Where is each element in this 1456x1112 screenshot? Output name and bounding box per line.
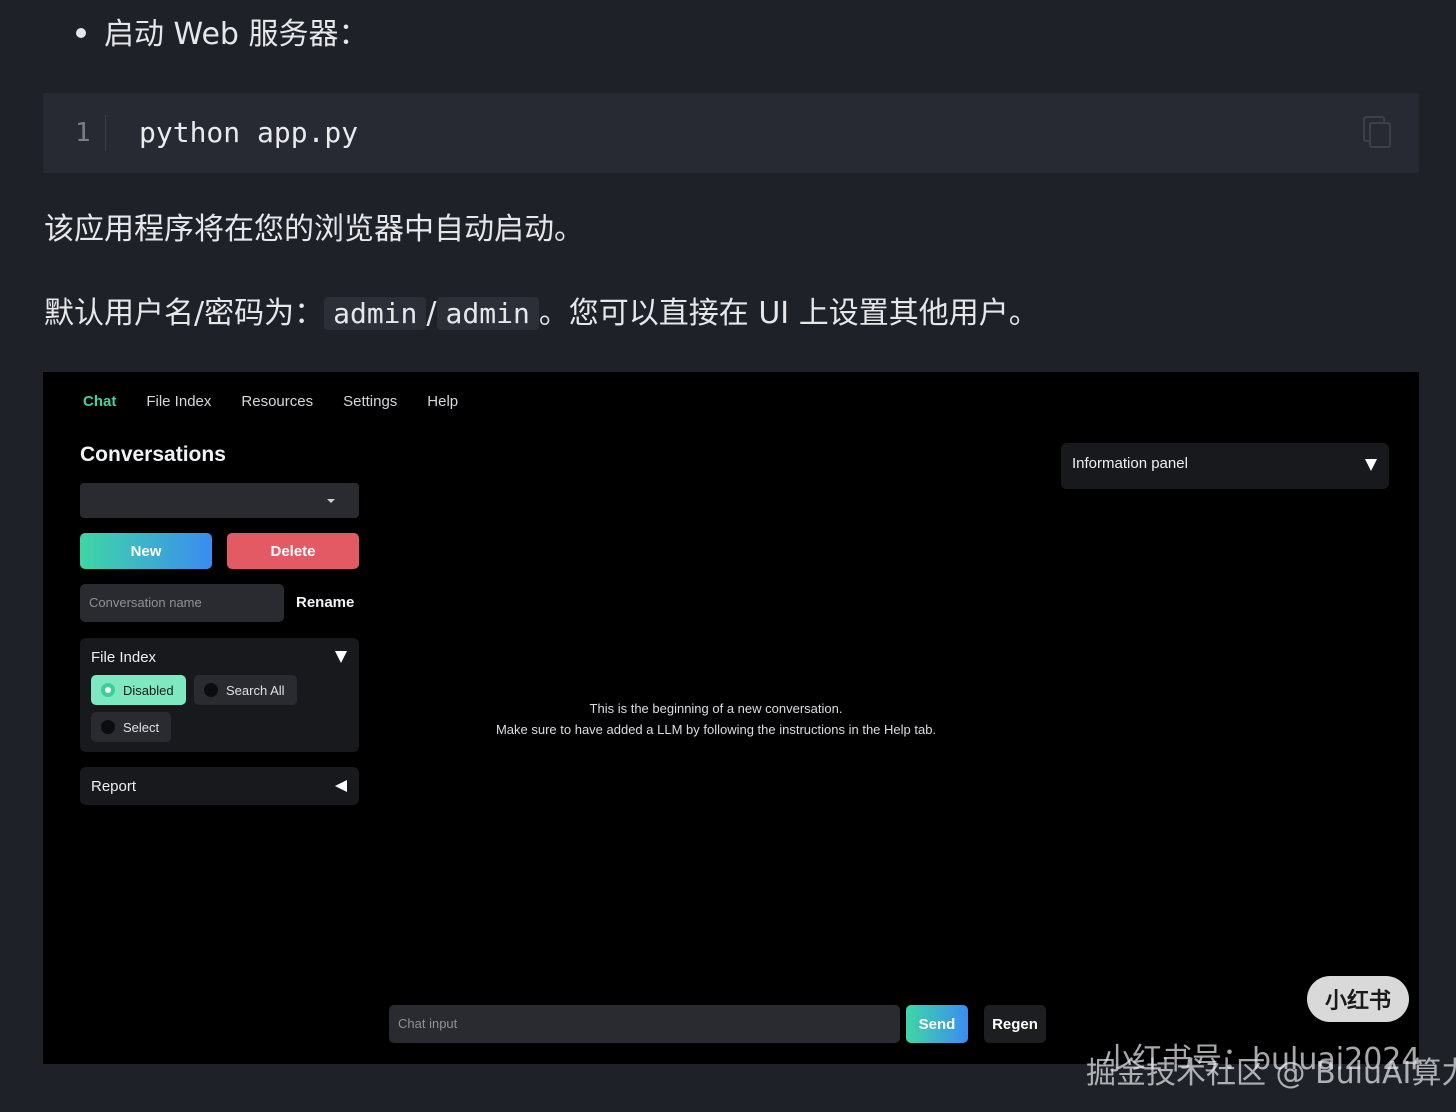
message-line-1: This is the beginning of a new conversat… <box>589 701 843 716</box>
collapse-triangle-icon[interactable] <box>1365 459 1377 471</box>
username-code: admin <box>324 297 427 330</box>
send-button[interactable]: Send <box>906 1005 968 1043</box>
code-block: 1 python app.py <box>43 93 1419 173</box>
bullet-text: 启动 Web 服务器： <box>104 17 369 52</box>
tab-help[interactable]: Help <box>427 393 458 410</box>
bullet-item: 启动 Web 服务器： <box>76 14 368 56</box>
password-code: admin <box>436 297 539 330</box>
paragraph-auto-start: 该应用程序将在您的浏览器中自动启动。 <box>44 212 584 247</box>
radio-label: Select <box>123 719 160 735</box>
copy-icon[interactable] <box>1361 115 1393 151</box>
bullet-dot-icon <box>76 27 86 38</box>
file-index-panel: File Index Disabled Search All Select <box>80 638 359 752</box>
chat-input[interactable]: Chat input <box>389 1005 900 1043</box>
radio-label: Search All <box>226 682 285 698</box>
radio-disabled[interactable]: Disabled <box>91 675 186 705</box>
credentials-prefix: 默认用户名/密码为： <box>44 296 325 331</box>
radio-search-all[interactable]: Search All <box>194 675 297 705</box>
xiaohongshu-logo: 小红书 <box>1307 976 1409 1022</box>
tab-settings[interactable]: Settings <box>343 393 397 410</box>
code-text: python app.py <box>139 116 359 149</box>
conversations-title: Conversations <box>80 443 226 466</box>
app-tab-bar: Chat File Index Resources Settings Help <box>83 393 458 410</box>
rename-button[interactable]: Rename <box>296 594 354 611</box>
radio-select[interactable]: Select <box>91 712 171 742</box>
collapse-triangle-icon[interactable] <box>335 651 347 663</box>
file-index-title[interactable]: File Index <box>91 649 156 666</box>
code-line-number: 1 <box>75 115 106 151</box>
watermark-bottom: 掘金技术社区 @ BuluAI算力云 <box>1086 1056 1456 1091</box>
tab-chat[interactable]: Chat <box>83 393 116 410</box>
radio-label: Disabled <box>123 682 174 698</box>
regen-button[interactable]: Regen <box>984 1005 1046 1043</box>
app-screenshot: Chat File Index Resources Settings Help … <box>43 372 1419 1064</box>
delete-button[interactable]: Delete <box>227 533 359 569</box>
tab-resources[interactable]: Resources <box>241 393 313 410</box>
empty-conversation-message: This is the beginning of a new conversat… <box>391 698 1041 740</box>
information-panel-title: Information panel <box>1072 455 1188 472</box>
report-title: Report <box>91 778 137 795</box>
radio-indicator-icon <box>101 683 115 697</box>
conversation-select[interactable] <box>80 483 359 518</box>
report-panel[interactable]: Report <box>80 767 359 805</box>
paragraph-credentials: 默认用户名/密码为： admin / admin 。您可以直接在 UI 上设置其他用户。 <box>44 292 1039 336</box>
radio-indicator-icon <box>101 720 115 734</box>
tab-file-index[interactable]: File Index <box>146 393 211 410</box>
radio-indicator-icon <box>204 683 218 697</box>
chevron-down-icon <box>327 499 335 503</box>
credentials-suffix: 。您可以直接在 UI 上设置其他用户。 <box>538 296 1039 331</box>
message-line-2: Make sure to have added a LLM by followi… <box>495 722 937 737</box>
new-button[interactable]: New <box>80 533 212 569</box>
information-panel[interactable]: Information panel <box>1061 443 1389 489</box>
conversation-name-input[interactable]: Conversation name <box>80 584 284 622</box>
credentials-slash: / <box>426 296 437 331</box>
expand-triangle-icon[interactable] <box>335 780 347 792</box>
